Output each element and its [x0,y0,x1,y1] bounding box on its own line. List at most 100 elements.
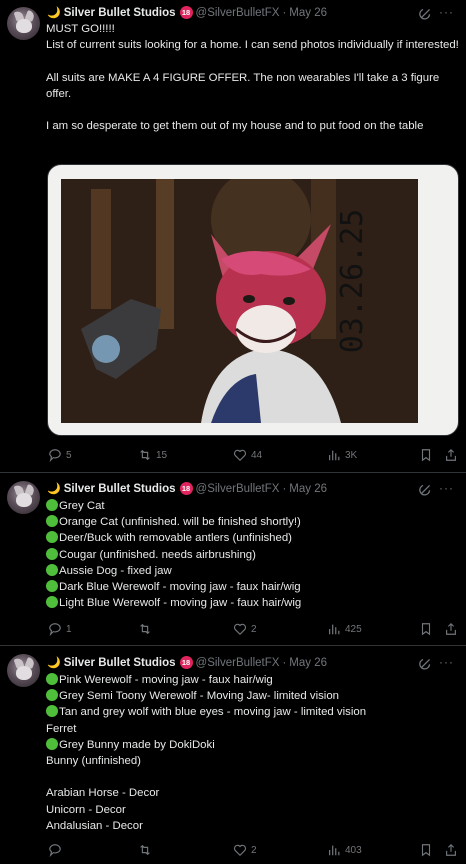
tweet-actions: 1 2 425 [46,622,460,638]
green-circle-icon [46,547,58,560]
repost-button[interactable] [138,622,156,636]
share-button[interactable] [444,448,462,462]
tweet-2[interactable]: 🌙 Silver Bullet Studios 18 @SilverBullet… [0,473,466,645]
like-icon [233,844,247,857]
like-count: 2 [251,844,257,856]
list-item: Arabian Horse - Decor [46,787,160,800]
reply-icon [49,623,61,636]
like-count: 2 [251,623,257,635]
moon-emoji: 🌙 [47,7,61,19]
tweet-date[interactable]: May 26 [289,657,327,669]
reply-button[interactable]: 1 [48,622,72,636]
green-circle-icon [46,563,58,576]
tweet-1[interactable]: 🌙 Silver Bullet Studios 18 @SilverBullet… [0,0,466,472]
age-18-badge: 18 [179,656,193,669]
repost-count: 15 [156,449,168,461]
list-item: Grey Bunny made by DokiDoki [46,737,460,753]
avatar[interactable] [7,654,40,687]
views-button[interactable]: 425 [327,622,362,636]
like-count: 44 [251,449,263,461]
reply-button[interactable]: 5 [48,448,72,462]
author-name[interactable]: Silver Bullet Studios [64,7,176,19]
green-circle-icon [46,737,58,750]
like-icon [233,449,247,462]
avatar[interactable] [7,7,40,40]
avatar[interactable] [7,481,40,514]
green-circle-icon [46,596,58,609]
more-icon[interactable]: ··· [439,5,454,19]
repost-icon [140,449,150,461]
green-circle-icon [46,689,58,702]
list-item: Andalusian - Decor [46,819,143,832]
like-button[interactable]: 2 [233,622,257,636]
green-circle-icon [46,705,58,718]
tweet-3[interactable]: 🌙 Silver Bullet Studios 18 @SilverBullet… [0,646,466,864]
share-icon [446,448,456,461]
handwritten-date: 03.26.25 [335,208,370,354]
green-circle-icon [46,580,58,593]
repost-icon [140,623,150,635]
bookmark-button[interactable] [419,448,437,462]
tweet-header: 🌙 Silver Bullet Studios 18 @SilverBullet… [47,6,327,19]
share-button[interactable] [444,843,462,857]
moon-emoji: 🌙 [47,657,61,669]
views-count: 403 [345,844,362,856]
suit-list: Grey Cat Orange Cat (unfinished. will be… [46,498,460,611]
reply-icon [49,844,61,857]
grok-icon[interactable] [419,7,432,20]
list-item: Orange Cat (unfinished. will be finished… [46,514,460,530]
green-circle-icon [46,531,58,544]
tweet-actions: 5 15 44 3K [46,448,460,464]
age-18-badge: 18 [179,482,193,495]
views-icon [329,845,340,856]
views-count: 425 [345,623,362,635]
list-item: Cougar (unfinished. needs airbrushing) [46,547,460,563]
list-item: Pink Werewolf - moving jaw - faux hair/w… [46,672,460,688]
views-icon [329,624,340,635]
tweet-date[interactable]: May 26 [289,7,327,19]
author-handle[interactable]: @SilverBulletFX [196,657,280,669]
views-button[interactable]: 3K [327,448,357,462]
list-item: Tan and grey wolf with blue eyes - movin… [46,704,460,720]
author-name[interactable]: Silver Bullet Studios [64,483,176,495]
share-icon [446,843,456,856]
reply-button[interactable] [48,843,66,857]
reply-count: 5 [66,449,72,461]
tweet-actions: 2 403 [46,843,460,859]
repost-button[interactable] [138,843,156,857]
suit-list: Pink Werewolf - moving jaw - faux hair/w… [46,672,460,834]
tweet-header: 🌙 Silver Bullet Studios 18 @SilverBullet… [47,482,327,495]
more-icon[interactable]: ··· [439,481,454,495]
list-item: Deer/Buck with removable antlers (unfini… [46,530,460,546]
bookmark-button[interactable] [419,622,437,636]
list-item: Ferret [46,722,77,735]
list-item: Unicorn - Decor [46,803,126,816]
moon-emoji: 🌙 [47,483,61,495]
list-item: Bunny (unfinished) [46,755,141,768]
tweet-date[interactable]: May 26 [289,483,327,495]
bookmark-icon [421,449,431,462]
like-button[interactable]: 44 [233,448,262,462]
share-button[interactable] [444,622,462,636]
list-item: Light Blue Werewolf - moving jaw - faux … [46,595,460,611]
grok-icon[interactable] [419,657,432,670]
tweet-header: 🌙 Silver Bullet Studios 18 @SilverBullet… [47,656,327,669]
age-18-badge: 18 [179,6,193,19]
views-button[interactable]: 403 [327,843,362,857]
more-icon[interactable]: ··· [439,655,454,669]
author-name[interactable]: Silver Bullet Studios [64,657,176,669]
author-handle[interactable]: @SilverBulletFX [196,483,280,495]
attached-photo[interactable]: 03.26.25 [47,164,459,436]
bookmark-button[interactable] [419,843,437,857]
list-item: Dark Blue Werewolf - moving jaw - faux h… [46,579,460,595]
grok-icon[interactable] [419,483,432,496]
reply-icon [49,449,61,462]
share-icon [446,622,456,635]
repost-button[interactable]: 15 [138,448,167,462]
green-circle-icon [46,499,58,511]
reply-count: 1 [66,623,72,635]
green-circle-icon [46,673,58,685]
list-item: Grey Cat [46,498,460,514]
like-button[interactable]: 2 [233,843,257,857]
author-handle[interactable]: @SilverBulletFX [196,7,280,19]
